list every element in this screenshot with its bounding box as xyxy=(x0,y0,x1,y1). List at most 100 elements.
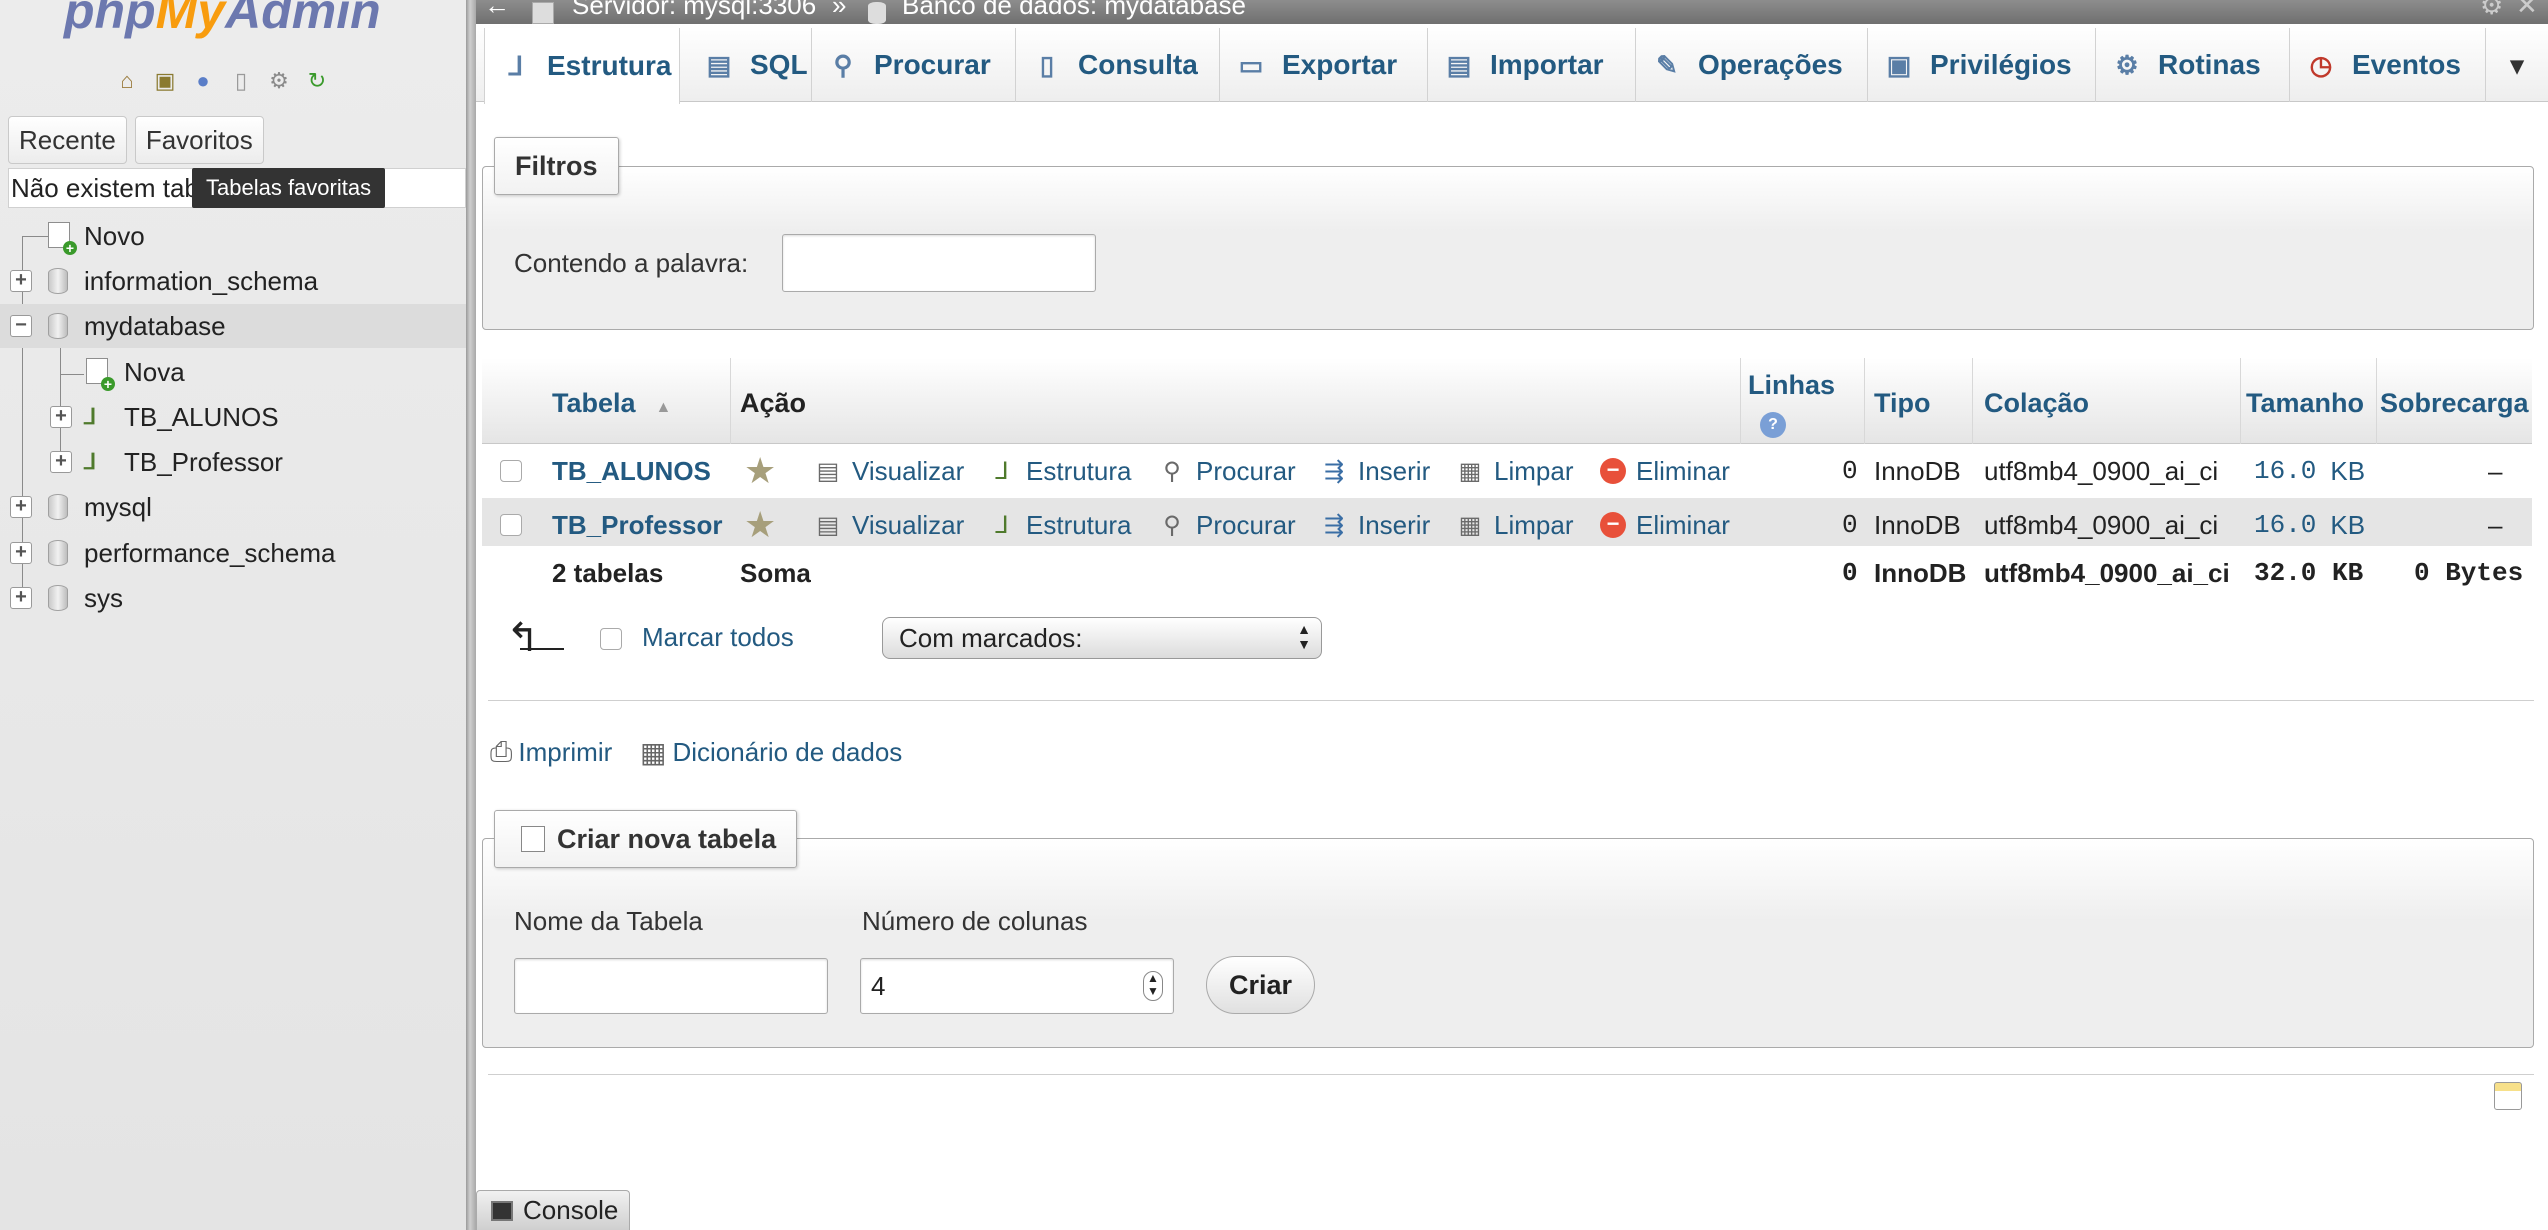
tab-recent[interactable]: Recente xyxy=(8,116,127,164)
column-separator xyxy=(2240,358,2241,444)
routines-icon: ⚙ xyxy=(2115,49,2139,80)
with-selected-select[interactable]: Com marcados: ▲ ▼ xyxy=(882,617,1322,659)
header-table[interactable]: Tabela ▲ xyxy=(552,388,671,419)
star-icon[interactable]: ★ xyxy=(744,444,776,498)
tab-favorites[interactable]: Favoritos xyxy=(134,116,264,164)
collapse-icon[interactable]: − xyxy=(10,315,32,337)
main-menu: ⅃ Estrutura ▤ SQL ⚲ Procurar ▯ Consulta ▭ Exp… xyxy=(476,24,2548,104)
data-dictionary-link[interactable]: ▦ Dicionário de dados xyxy=(640,736,902,769)
tree-item-tb-alunos[interactable]: + ⅃ TB_ALUNOS xyxy=(0,395,466,439)
browse-action[interactable]: ▤ Visualizar xyxy=(812,498,965,552)
header-rows[interactable]: Linhas xyxy=(1748,370,1835,401)
breadcrumb-database[interactable]: Banco de dados: mydatabase xyxy=(902,0,1246,21)
tree-item-new-table[interactable]: Nova xyxy=(0,350,466,394)
size-value[interactable]: 16.0 KB xyxy=(2254,444,2365,498)
close-icon[interactable]: ✕ xyxy=(2516,0,2538,21)
tree-item-sys[interactable]: + sys xyxy=(0,576,466,620)
tab-import[interactable]: ▤ Importar xyxy=(1428,28,1636,102)
home-icon[interactable]: ⌂ xyxy=(112,66,142,96)
row-checkbox[interactable] xyxy=(500,460,522,482)
size-value[interactable]: 16.0 KB xyxy=(2254,498,2365,552)
insert-action[interactable]: ⇶ Inserir xyxy=(1318,498,1430,552)
import-icon: ▤ xyxy=(1446,49,1472,80)
reload-icon[interactable]: ↻ xyxy=(302,66,332,96)
tree-item-performance-schema[interactable]: + performance_schema xyxy=(0,531,466,575)
chevron-down-icon: ▾ xyxy=(2510,49,2524,80)
phpmyadmin-logo[interactable]: phpMyAdmin xyxy=(64,0,381,40)
drop-action[interactable]: − Eliminar xyxy=(1600,444,1730,498)
check-all-link[interactable]: Marcar todos xyxy=(642,622,794,653)
structure-icon: ⅃ xyxy=(995,457,1009,485)
exit-icon[interactable]: ▣ xyxy=(150,66,180,96)
tab-search[interactable]: ⚲ Procurar xyxy=(812,28,1016,102)
structure-action[interactable]: ⅃ Estrutura xyxy=(986,498,1131,552)
table-name-link[interactable]: TB_Professor xyxy=(552,498,723,552)
structure-action[interactable]: ⅃ Estrutura xyxy=(986,444,1131,498)
table-name-link[interactable]: TB_ALUNOS xyxy=(552,444,711,498)
tab-export[interactable]: ▭ Exportar xyxy=(1220,28,1428,102)
favorites-tooltip: Tabelas favoritas xyxy=(192,168,386,208)
header-overhead[interactable]: Sobrecarga xyxy=(2380,388,2529,419)
tab-operations[interactable]: ✎ Operações xyxy=(1636,28,1868,102)
browse-icon: ▤ xyxy=(816,511,840,539)
tree-item-information-schema[interactable]: + information_schema xyxy=(0,259,466,303)
header-type[interactable]: Tipo xyxy=(1874,388,1931,419)
tree-item-mysql[interactable]: + mysql xyxy=(0,485,466,529)
notes-icon[interactable] xyxy=(2494,1082,2522,1110)
console-icon xyxy=(491,1200,513,1221)
column-separator xyxy=(2376,358,2377,444)
more-tabs-button[interactable]: ▾ xyxy=(2486,28,2548,102)
tab-events[interactable]: ◷ Eventos xyxy=(2290,28,2486,102)
tab-privileges[interactable]: ▣ Privilégios xyxy=(1868,28,2096,102)
table-row: TB_Professor ★ ▤ Visualizar ⅃ Estrutura ⚲ P… xyxy=(482,498,2532,552)
tab-query[interactable]: ▯ Consulta xyxy=(1016,28,1220,102)
expand-icon[interactable]: + xyxy=(50,451,72,473)
settings-icon[interactable]: ⚙ xyxy=(264,66,294,96)
search-action[interactable]: ⚲ Procurar xyxy=(1156,498,1296,552)
tree-item-mydatabase[interactable]: − mydatabase xyxy=(0,304,466,348)
nav-tabs: Recente Favoritos xyxy=(8,116,264,164)
stepper-arrows-icon[interactable]: ▲ ▼ xyxy=(1143,971,1163,1001)
filter-input[interactable] xyxy=(782,234,1096,292)
gear-icon[interactable]: ⚙ xyxy=(2480,0,2503,21)
help-icon[interactable]: ● xyxy=(188,66,218,96)
expand-icon[interactable]: + xyxy=(50,406,72,428)
print-link[interactable]: ⎙ Imprimir xyxy=(490,736,612,769)
expand-icon[interactable]: + xyxy=(10,542,32,564)
breadcrumb-separator: » xyxy=(832,0,847,20)
table-name-input[interactable] xyxy=(514,958,828,1014)
help-icon[interactable]: ? xyxy=(1760,412,1786,438)
search-action[interactable]: ⚲ Procurar xyxy=(1156,444,1296,498)
empty-action[interactable]: ▦ Limpar xyxy=(1454,498,1574,552)
back-arrow-icon[interactable]: ← xyxy=(484,0,510,21)
header-collation[interactable]: Colação xyxy=(1984,388,2089,419)
breadcrumb-server[interactable]: Servidor: mysql:3306 xyxy=(572,0,816,21)
summary-row: 2 tabelas Soma 0 InnoDB utf8mb4_0900_ai_… xyxy=(482,546,2532,598)
search-icon: ⚲ xyxy=(1163,511,1181,539)
row-checkbox[interactable] xyxy=(500,514,522,536)
expand-icon[interactable]: + xyxy=(10,587,32,609)
filter-label: Contendo a palavra: xyxy=(514,248,749,278)
console-toggle[interactable]: Console xyxy=(476,1190,630,1230)
tab-sql[interactable]: ▤ SQL xyxy=(688,28,812,102)
insert-action[interactable]: ⇶ Inserir xyxy=(1318,444,1430,498)
header-size[interactable]: Tamanho xyxy=(2246,388,2364,419)
navigation-panel: phpMyAdmin ⌂ ▣ ● ▯ ⚙ ↻ Recente Favoritos… xyxy=(0,0,466,1230)
tab-structure[interactable]: ⅃ Estrutura xyxy=(484,28,680,104)
tree-item-new-db[interactable]: Novo xyxy=(0,214,466,258)
check-all-checkbox[interactable] xyxy=(600,628,622,650)
star-icon[interactable]: ★ xyxy=(744,498,776,552)
create-button[interactable]: Criar xyxy=(1206,956,1316,1014)
docs-icon[interactable]: ▯ xyxy=(226,66,256,96)
browse-action[interactable]: ▤ Visualizar xyxy=(812,444,965,498)
empty-icon: ▦ xyxy=(1458,457,1482,485)
tree-item-tb-professor[interactable]: + ⅃ TB_Professor xyxy=(0,440,466,484)
expand-icon[interactable]: + xyxy=(10,270,32,292)
columns-stepper[interactable]: 4 ▲ ▼ xyxy=(860,958,1174,1014)
empty-action[interactable]: ▦ Limpar xyxy=(1454,444,1574,498)
tab-routines[interactable]: ⚙ Rotinas xyxy=(2096,28,2290,102)
drop-action[interactable]: − Eliminar xyxy=(1600,498,1730,552)
dictionary-icon: ▦ xyxy=(640,737,667,768)
expand-icon[interactable]: + xyxy=(10,496,32,518)
nav-resize-handle[interactable] xyxy=(466,0,476,1230)
